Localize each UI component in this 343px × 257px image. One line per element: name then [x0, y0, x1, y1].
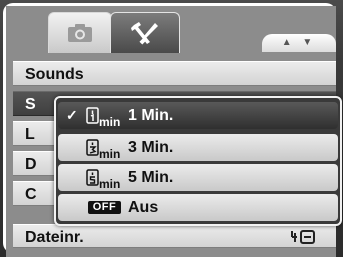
option-label: 3 Min. [128, 139, 174, 156]
wrench-screwdriver-icon [131, 22, 158, 45]
menu-row-sounds[interactable]: Sounds [13, 61, 336, 86]
check-icon: ✓ [66, 107, 78, 123]
tab-camera[interactable] [48, 12, 112, 53]
menu-row-dateinr[interactable]: Dateinr. [13, 224, 336, 248]
option-unit: min [99, 115, 121, 129]
off-badge: OFF [88, 201, 121, 214]
option-label: 1 Min. [128, 107, 174, 124]
camera-lcd-screen: ▲ ▼ Sounds S L D C Dateinr. ✓ min 1 Min. [0, 0, 343, 257]
menu-row-label: L [25, 126, 35, 143]
option-label: 5 Min. [128, 169, 174, 186]
power-timer-5-icon [86, 169, 99, 186]
option-label: Aus [128, 199, 159, 216]
option-5-min[interactable]: min 5 Min. [58, 164, 338, 191]
file-number-icon [291, 230, 315, 244]
page-nav-arrows[interactable]: ▲ ▼ [262, 34, 336, 52]
menu-row-label: S [25, 96, 36, 113]
tab-setup[interactable] [110, 12, 180, 53]
option-aus[interactable]: OFF Aus [58, 194, 338, 221]
option-1-min[interactable]: ✓ min 1 Min. [58, 102, 338, 129]
menu-row-label: Dateinr. [25, 229, 84, 246]
power-timer-3-icon [86, 139, 99, 156]
auto-off-popup: ✓ min 1 Min. min 3 Min. min 5 Min. OFF A… [54, 96, 342, 226]
option-3-min[interactable]: min 3 Min. [58, 134, 338, 161]
power-timer-1-icon [86, 107, 99, 124]
menu-row-label: D [25, 156, 37, 173]
menu-row-label: C [25, 186, 37, 203]
camera-icon [68, 24, 92, 42]
menu-row-label: Sounds [25, 66, 84, 83]
